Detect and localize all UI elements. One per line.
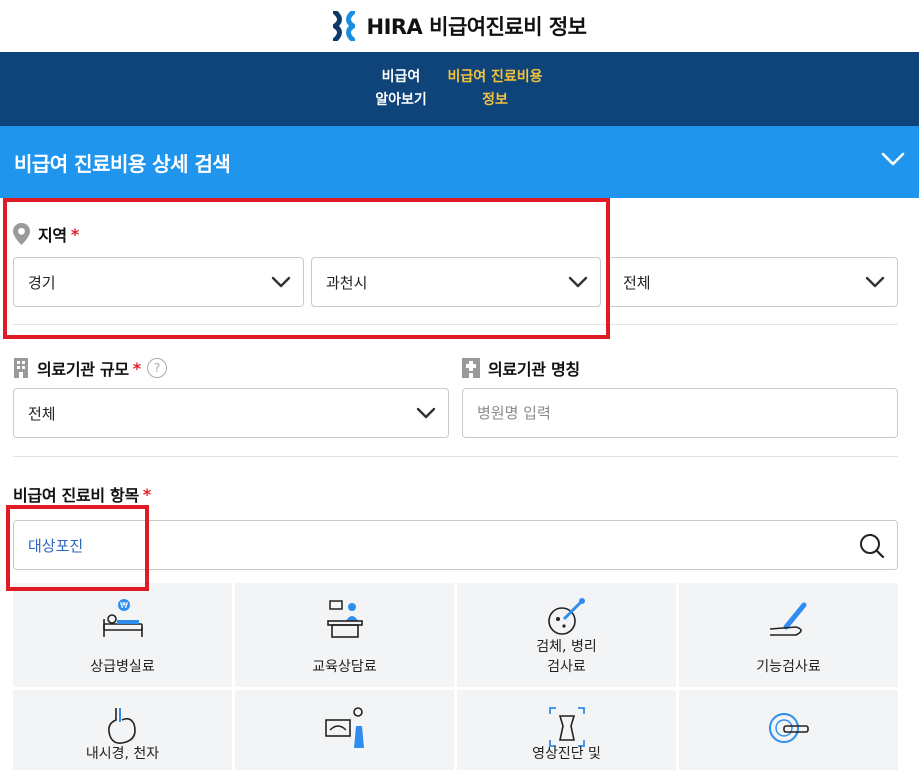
- items-search-input[interactable]: 대상포진: [13, 520, 898, 570]
- ultrasound-icon: [324, 707, 364, 748]
- district-select[interactable]: 전체: [608, 257, 898, 307]
- city-select[interactable]: 과천시: [311, 257, 601, 307]
- category-tile[interactable]: 영상진단 및: [457, 690, 676, 770]
- section-title: 비급여 진료비용 상세 검색: [14, 151, 231, 176]
- top-bar: HIRA 비급여진료비 정보: [0, 0, 919, 52]
- thermometer-icon: [769, 602, 806, 636]
- category-tile[interactable]: 기능검사료: [679, 583, 898, 687]
- nav-item-about[interactable]: 비급여 알아보기: [362, 66, 440, 112]
- institution-scale-select[interactable]: 전체: [13, 388, 449, 438]
- institution-name-input[interactable]: [462, 388, 898, 438]
- chevron-down-icon: [271, 276, 291, 288]
- category-label: 교육상담료: [312, 659, 377, 675]
- search-icon[interactable]: [859, 533, 885, 559]
- required-mark: *: [142, 484, 151, 504]
- category-tile[interactable]: 검체, 병리 검사료: [457, 583, 676, 687]
- location-pin-icon: [13, 223, 30, 245]
- search-section-header[interactable]: 비급여 진료비용 상세 검색: [0, 126, 919, 198]
- category-tile[interactable]: 교육상담료: [235, 583, 454, 687]
- category-tile[interactable]: [235, 690, 454, 770]
- required-mark: *: [70, 224, 79, 244]
- hira-logo-icon: [332, 11, 355, 41]
- search-value: 대상포진: [28, 536, 84, 555]
- help-icon[interactable]: ?: [146, 358, 167, 378]
- chevron-down-icon[interactable]: [881, 151, 905, 167]
- institution-name-label: 의료기관 명칭: [462, 356, 580, 380]
- category-tile[interactable]: 내시경, 천자: [13, 690, 232, 770]
- hospital-icon: [462, 358, 480, 378]
- hospital-bed-icon: ₩: [102, 599, 143, 637]
- svg-text:₩: ₩: [120, 601, 128, 610]
- institution-scale-label: 의료기관 규모 * ?: [13, 356, 167, 380]
- category-label: 기능검사료: [756, 659, 821, 675]
- counseling-icon: [326, 600, 363, 638]
- building-icon: [14, 358, 28, 378]
- chevron-down-icon: [865, 276, 885, 288]
- category-label: 영상진단 및: [532, 746, 601, 762]
- category-tile[interactable]: [679, 690, 898, 770]
- region-label: 지역 *: [13, 222, 79, 246]
- global-nav: 비급여 알아보기 비급여 진료비용 정보: [0, 52, 919, 126]
- divider: [13, 456, 898, 457]
- ct-scanner-icon: [768, 713, 809, 743]
- province-select[interactable]: 경기: [13, 257, 304, 307]
- divider: [13, 324, 898, 325]
- category-grid: ₩ 상급병실료 교육상담료 검체, 병리 검사료 기능검사료 내시경, 천자 영…: [13, 583, 898, 770]
- items-label: 비급여 진료비 항목 *: [13, 484, 151, 506]
- category-tile[interactable]: ₩ 상급병실료: [13, 583, 232, 687]
- required-mark: *: [132, 358, 141, 378]
- nav-item-cost-info[interactable]: 비급여 진료비용 정보: [440, 66, 550, 112]
- chevron-down-icon: [416, 407, 436, 419]
- category-label: 검체, 병리 검사료: [536, 639, 597, 675]
- site-title: HIRA 비급여진료비 정보: [366, 15, 588, 39]
- category-label: 상급병실료: [90, 659, 155, 675]
- category-label: 내시경, 천자: [85, 746, 160, 762]
- chevron-down-icon: [568, 276, 588, 288]
